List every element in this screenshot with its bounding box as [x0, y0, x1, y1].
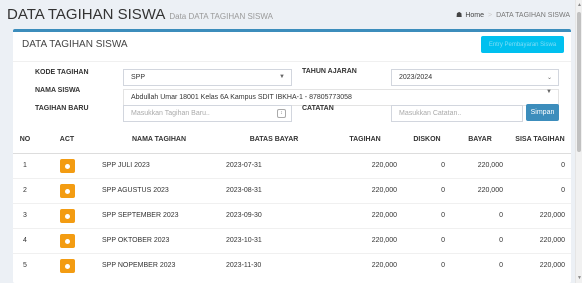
chevron-down-icon: ⌄	[546, 75, 552, 81]
table-row: 1 SPP JULI 2023 2023-07-31 220,000 0 220…	[13, 152, 571, 178]
cell-batas-bayar: 2023-10-31	[221, 227, 327, 253]
cell-sisa-tagihan: 220,000	[509, 202, 571, 228]
cell-batas-bayar: 2023-11-30	[221, 252, 327, 278]
save-button[interactable]: Simpan	[526, 104, 559, 121]
catatan-input[interactable]: Masukkan Catatan..	[391, 105, 523, 122]
spinner-icon[interactable]: ↕	[277, 109, 286, 118]
cell-act	[37, 177, 97, 203]
chevron-down-icon: ▼	[546, 89, 552, 95]
cell-act	[37, 202, 97, 228]
scroll-up-icon[interactable]: ▲	[577, 2, 582, 8]
table-row: 3 SPP SEPTEMBER 2023 2023-09-30 220,000 …	[13, 202, 571, 228]
cell-no: 2	[13, 177, 37, 203]
settings-icon[interactable]	[59, 158, 75, 173]
kode-tagihan-label: KODE TAGIHAN	[35, 69, 89, 76]
cell-diskon: 0	[403, 202, 451, 228]
cell-tagihan: 220,000	[327, 227, 403, 253]
page-title: DATA TAGIHAN SISWA Data DATA TAGIHAN SISW…	[7, 6, 273, 23]
breadcrumb-current: DATA TAGIHAN SISWA	[496, 11, 570, 19]
cell-batas-bayar: 2023-08-31	[221, 177, 327, 203]
cell-sisa-tagihan: 0	[509, 152, 571, 178]
cell-nama-tagihan: SPP NOPEMBER 2023	[97, 252, 221, 278]
cell-batas-bayar: 2023-09-30	[221, 202, 327, 228]
cell-bayar: 220,000	[451, 177, 509, 203]
cell-nama-tagihan: SPP JULI 2023	[97, 152, 221, 178]
nama-siswa-value: Abdullah Umar 18001 Kelas 6A Kampus SDIT…	[131, 94, 352, 101]
table-body: 1 SPP JULI 2023 2023-07-31 220,000 0 220…	[13, 152, 571, 278]
settings-icon[interactable]	[59, 183, 75, 198]
tagihan-baru-label: TAGIHAN BARU	[35, 105, 89, 112]
nama-siswa-select[interactable]: Abdullah Umar 18001 Kelas 6A Kampus SDIT…	[123, 89, 559, 106]
tagihan-baru-input[interactable]: Masukkan Tagihan Baru.. ↕	[123, 105, 292, 122]
col-nama-tagihan: NAMA TAGIHAN	[97, 127, 221, 154]
cell-bayar: 220,000	[451, 152, 509, 178]
cell-nama-tagihan: SPP OKTOBER 2023	[97, 227, 221, 253]
cell-act	[37, 227, 97, 253]
box-header: DATA TAGIHAN SISWA Entry Pembayaran Sisw…	[13, 32, 571, 62]
box-title: DATA TAGIHAN SISWA	[22, 39, 128, 50]
tahun-ajaran-select[interactable]: 2023/2024 ⌄	[391, 69, 559, 86]
col-sisa-tagihan: SISA TAGIHAN	[509, 127, 571, 154]
cell-nama-tagihan: SPP AGUSTUS 2023	[97, 177, 221, 203]
cell-tagihan: 220,000	[327, 202, 403, 228]
tagihan-box: DATA TAGIHAN SISWA Entry Pembayaran Sisw…	[13, 29, 571, 283]
kode-tagihan-value: SPP	[131, 74, 146, 81]
tagihan-table: NO ACT NAMA TAGIHAN BATAS BAYAR TAGIHAN …	[13, 127, 571, 278]
breadcrumb: ☗ Home > DATA TAGIHAN SISWA	[456, 11, 570, 20]
cell-diskon: 0	[403, 252, 451, 278]
settings-icon[interactable]	[59, 258, 75, 273]
cell-diskon: 0	[403, 152, 451, 178]
col-batas-bayar: BATAS BAYAR	[221, 127, 327, 154]
cell-tagihan: 220,000	[327, 177, 403, 203]
col-bayar: BAYAR	[451, 127, 509, 154]
home-icon[interactable]: ☗	[456, 11, 462, 19]
table-row: 5 SPP NOPEMBER 2023 2023-11-30 220,000 0…	[13, 252, 571, 278]
cell-batas-bayar: 2023-07-31	[221, 152, 327, 178]
col-act: ACT	[37, 127, 97, 154]
cell-no: 3	[13, 202, 37, 228]
tahun-ajaran-value: 2023/2024	[399, 74, 433, 81]
cell-sisa-tagihan: 220,000	[509, 252, 571, 278]
cell-act	[37, 152, 97, 178]
kode-tagihan-select[interactable]: SPP ▼	[123, 69, 292, 86]
cell-bayar: 0	[451, 252, 509, 278]
cell-nama-tagihan: SPP SEPTEMBER 2023	[97, 202, 221, 228]
cell-tagihan: 220,000	[327, 152, 403, 178]
cell-act	[37, 252, 97, 278]
settings-icon[interactable]	[59, 233, 75, 248]
breadcrumb-separator: >	[488, 11, 493, 19]
page-title-text: DATA TAGIHAN SISWA	[7, 6, 166, 23]
tahun-ajaran-label: TAHUN AJARAN	[302, 68, 357, 75]
col-diskon: DISKON	[403, 127, 451, 154]
scrollbar-thumb[interactable]	[577, 12, 581, 152]
col-tagihan: TAGIHAN	[327, 127, 403, 154]
page-scrollbar[interactable]: ▲ ▼	[575, 0, 582, 283]
cell-no: 1	[13, 152, 37, 178]
cell-bayar: 0	[451, 227, 509, 253]
cell-diskon: 0	[403, 227, 451, 253]
cell-no: 5	[13, 252, 37, 278]
tagihan-baru-placeholder: Masukkan Tagihan Baru..	[131, 110, 210, 117]
content-header: DATA TAGIHAN SISWA Data DATA TAGIHAN SISW…	[0, 0, 582, 26]
page-subtitle: Data DATA TAGIHAN SISWA	[169, 12, 273, 21]
breadcrumb-home-link[interactable]: Home	[465, 12, 484, 19]
cell-bayar: 0	[451, 202, 509, 228]
table-head: NO ACT NAMA TAGIHAN BATAS BAYAR TAGIHAN …	[13, 127, 571, 154]
table-row: 2 SPP AGUSTUS 2023 2023-08-31 220,000 0 …	[13, 177, 571, 203]
scroll-down-icon[interactable]: ▼	[577, 275, 582, 281]
catatan-label: CATATAN	[302, 105, 334, 112]
col-no: NO	[13, 127, 37, 154]
entry-pembayaran-button[interactable]: Entry Pembayaran Siswa	[481, 36, 564, 53]
cell-tagihan: 220,000	[327, 252, 403, 278]
cell-sisa-tagihan: 220,000	[509, 227, 571, 253]
catatan-placeholder: Masukkan Catatan..	[399, 110, 462, 117]
chevron-down-icon: ▼	[279, 74, 285, 80]
table-row: 4 SPP OKTOBER 2023 2023-10-31 220,000 0 …	[13, 227, 571, 253]
cell-no: 4	[13, 227, 37, 253]
cell-sisa-tagihan: 0	[509, 177, 571, 203]
cell-diskon: 0	[403, 177, 451, 203]
nama-siswa-label: NAMA SISWA	[35, 87, 81, 94]
settings-icon[interactable]	[59, 208, 75, 223]
table-header-row: NO ACT NAMA TAGIHAN BATAS BAYAR TAGIHAN …	[13, 127, 571, 154]
